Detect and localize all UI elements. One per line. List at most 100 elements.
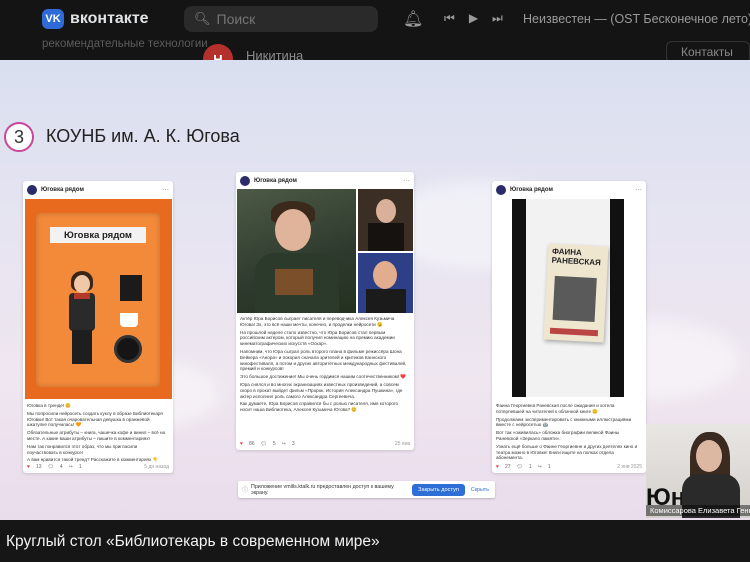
group-name[interactable]: Юговка рядом [510,187,553,193]
audio-player-controls: ⏮ ▶ ⏭ [444,11,503,26]
post-paragraph: Это большое достижение! Мы очень гордимс… [240,374,407,380]
post-image-actor-reading[interactable] [237,189,356,313]
comment-count: 1 [528,464,532,470]
actor-face [373,261,397,289]
post-paragraph: Юра снялся и во многих экранизациях изве… [240,381,403,399]
comment-icon[interactable]: 💬︎ [517,464,523,470]
repost-count: 1 [78,464,82,470]
doll-legs [72,330,92,364]
post-header: Юговка рядом ⋯ [23,181,173,199]
post-paragraph: Мы попросили нейросеть создать куклу в о… [27,410,163,428]
post-card-middle[interactable]: Юговка рядом ⋯ Актёр Юра Борисов сыграет… [236,172,414,450]
post-paragraph: Фаина Георгиевна Раневская после ожидани… [496,403,615,414]
post-paragraph: Узнать ещё больше о Фаине Георгиевне и д… [496,443,638,461]
presentation-slide: 3 КОУНБ им. А. К. Югова Юговка рядом ⋯ Ю… [0,60,750,520]
post-date: 25 янв [394,441,410,447]
more-icon[interactable]: ⋯ [162,186,169,194]
post-paragraph: Вот так «оживилась» обложка биографии ве… [496,430,620,441]
webcam-tile[interactable]: Юн Комиссарова Елизавета Геннадь... [646,424,750,518]
post-date: 2 янв 2025 [617,464,642,470]
previous-track-icon[interactable]: ⏮ [444,11,455,26]
actor-book [275,269,313,295]
book-cover-photo [552,275,597,323]
group-avatar[interactable] [27,185,37,195]
vk-brand-name[interactable]: вконтакте [70,10,149,28]
like-icon[interactable]: ♥ [27,464,30,470]
post-image-doll[interactable]: Юговка рядом [25,199,172,399]
comment-icon[interactable]: 💬︎ [48,464,54,470]
post-paragraph: Актёр Юра Борисов сыграет писателя и пер… [240,316,395,327]
actor-shirt [366,289,406,313]
group-name[interactable]: Юговка рядом [254,178,297,184]
repost-icon[interactable]: ↪ [69,464,73,470]
post-text: Фаина Георгиевна Раневская после ожидани… [492,401,646,465]
participant-face [696,440,722,472]
video-letterbox [512,199,526,397]
post-paragraph: Нам так понравился этот образ, что мы пр… [27,443,138,455]
post-image-actor-portrait[interactable] [358,253,413,313]
accessory-vinyl [114,335,142,363]
post-paragraph: На прошлой неделе стало известно, что Юр… [240,329,395,347]
post-date: 5 дн назад [144,464,169,470]
video-caption: Круглый стол «Библиотекарь в современном… [0,520,750,562]
vk-logo-icon[interactable]: VK [42,9,64,29]
post-video-book-cover[interactable]: ФАИНА РАНЕВСКАЯ [512,199,624,397]
now-playing-track[interactable]: Неизвестен — (OST Бесконечное лето) [523,12,750,26]
search-icon: 🔍︎ [194,11,211,26]
accessory-book [120,275,142,301]
group-name[interactable]: Юговка рядом [41,187,84,193]
writer-suit [368,223,404,251]
group-avatar[interactable] [496,185,506,195]
comment-count: 5 [272,441,276,447]
vk-subheader: рекомендательные технологии Н Никитина К… [0,38,750,74]
post-paragraph: Напомним, что Юра сыграл роль второго пл… [240,348,407,372]
next-track-icon[interactable]: ⏭ [492,11,503,26]
screen: VK вконтакте 🔍︎ 🔔︎ ⏮ ▶ ⏭ Неизвестен — (O… [0,0,750,562]
info-icon: ⓘ [242,488,249,494]
doll-head [74,275,90,293]
repost-count: 1 [547,464,551,470]
book-cover-stripe [549,327,599,337]
post-card-right[interactable]: Юговка рядом ⋯ ФАИНА РАНЕВСКАЯ Фаина Гео… [492,181,646,473]
like-count: 86 [248,441,255,447]
post-paragraph: Продолжаем экспериментировать с книжными… [496,416,632,428]
post-image-writer-portrait[interactable] [358,189,413,251]
screen-share-notice: ⓘ Приложение vmills.ktalk.ru предоставле… [238,481,495,498]
post-card-left[interactable]: Юговка рядом ⋯ Юговка рядом Юговка в тре [23,181,173,473]
play-icon[interactable]: ▶ [469,11,478,26]
search-box[interactable]: 🔍︎ [184,6,378,32]
post-text: Актёр Юра Борисов сыграет писателя и пер… [236,314,414,417]
comment-count: 4 [59,464,63,470]
more-icon[interactable]: ⋯ [403,177,410,185]
doll-box: Юговка рядом [36,213,160,387]
post-footer: ♥ 13 💬︎ 4 ↪ 1 5 дн назад [27,464,169,470]
vk-header: VK вконтакте 🔍︎ 🔔︎ ⏮ ▶ ⏭ Неизвестен — (O… [0,0,750,38]
repost-icon[interactable]: ↪ [282,441,286,447]
like-icon[interactable]: ♥ [496,464,499,470]
like-icon[interactable]: ♥ [240,441,243,447]
bell-icon[interactable]: 🔔︎ [403,9,423,29]
post-footer: ♥ 86 💬︎ 5 ↪ 3 25 янв [240,441,410,447]
participant-name: Комиссарова Елизавета Геннадь... [646,505,750,516]
repost-icon[interactable]: ↪ [538,464,542,470]
slide-number-badge: 3 [4,122,34,152]
doll-scarf [74,293,90,299]
accessory-cup [120,313,138,327]
video-letterbox [610,199,624,397]
post-header: Юговка рядом ⋯ [236,172,414,190]
post-paragraph: А вам нравится такой тренд? Расскажите в… [27,457,159,463]
repost-count: 3 [291,441,295,447]
more-icon[interactable]: ⋯ [635,186,642,194]
like-count: 13 [35,464,42,470]
post-paragraph: Юговка в тренде! 😊 [27,403,72,408]
search-input[interactable] [216,11,367,27]
post-text: Юговка в тренде! 😊 Мы попросили нейросет… [23,401,173,467]
post-footer: ♥ 27 💬︎ 1 ↪ 1 2 янв 2025 [496,464,642,470]
post-paragraph: Как думаете, Юра Борисов справился бы с … [240,401,399,413]
like-count: 27 [504,464,511,470]
group-avatar[interactable] [240,176,250,186]
doll-box-label: Юговка рядом [50,227,146,243]
comment-icon[interactable]: 💬︎ [261,441,267,447]
hide-button[interactable]: Скрыть [471,487,489,493]
stop-sharing-button[interactable]: Закрыть доступ [412,483,465,496]
